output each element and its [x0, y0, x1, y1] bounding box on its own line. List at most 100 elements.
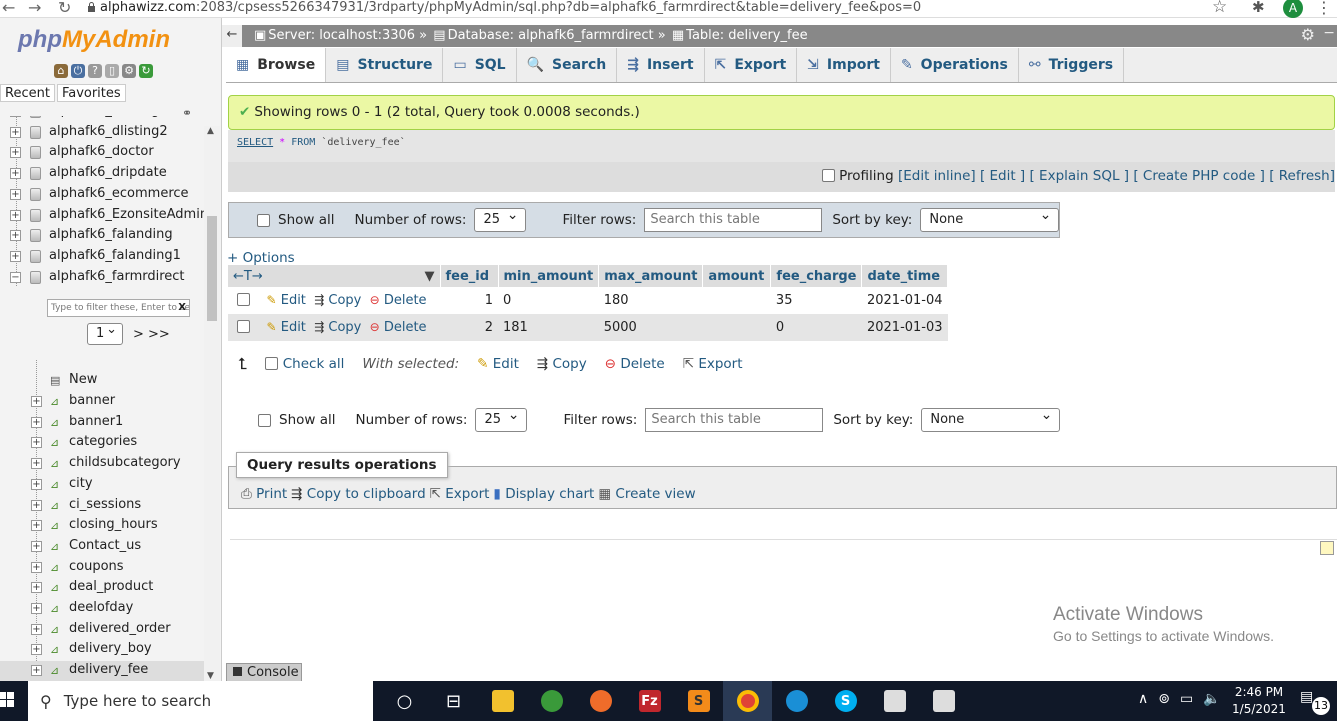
expand-icon[interactable]: + — [31, 499, 42, 511]
db-tree-item-label[interactable]: alphafk6_ecommerce — [49, 186, 189, 201]
collapse-nav-icon[interactable]: ← — [222, 25, 242, 47]
table-cell[interactable]: 181 — [498, 314, 599, 341]
expand-icon[interactable]: + — [31, 582, 42, 594]
skype-icon[interactable]: S — [821, 681, 870, 721]
copy-clipboard-link[interactable]: ⇶ Copy to clipboard — [291, 486, 425, 502]
expand-icon[interactable]: + — [10, 230, 21, 242]
db-tree-item-label[interactable]: alphafk6_falanding — [49, 227, 173, 242]
row-copy-button[interactable]: ⇶ Copy — [314, 320, 361, 335]
image-viewer-2-icon[interactable] — [919, 681, 968, 721]
settings-icon[interactable]: ⚙ — [122, 64, 136, 78]
edge-icon[interactable] — [772, 681, 821, 721]
expand-icon[interactable]: + — [10, 116, 21, 117]
filezilla-icon[interactable]: Fz — [625, 681, 674, 721]
breadcrumb-database[interactable]: Database: alphafk6_farmrdirect » — [448, 28, 666, 43]
column-header-fee-charge[interactable]: fee_charge — [770, 265, 863, 287]
bookmark-star-icon[interactable]: ☆ — [1212, 0, 1227, 17]
table-tree-item[interactable]: + ⊿ Contact_us — [0, 537, 204, 557]
table-cell[interactable]: 5000 — [598, 314, 703, 341]
filter-rows-input-bottom[interactable]: Search this table — [645, 408, 824, 432]
sql-select-keyword[interactable]: SELECT — [237, 137, 273, 148]
column-header-amount[interactable]: amount — [702, 265, 772, 287]
breadcrumb-table[interactable]: Table: delivery_fee — [686, 28, 807, 43]
expand-icon[interactable]: + — [10, 147, 21, 159]
row-copy-button[interactable]: ⇶ Copy — [314, 293, 361, 308]
tab-import[interactable]: ⇲ Import — [797, 48, 891, 82]
refresh-link[interactable]: [ Refresh] — [1269, 168, 1335, 184]
extensions-icon[interactable]: ✱ — [1252, 0, 1265, 16]
show-all-checkbox[interactable] — [257, 213, 270, 227]
table-tree-item-label[interactable]: delivery_fee — [69, 662, 148, 677]
tray-chevron-icon[interactable]: ∧ — [1138, 691, 1148, 707]
breadcrumb-server[interactable]: Server: localhost:3306 » — [268, 28, 427, 43]
home-icon[interactable]: ⌂ — [54, 64, 68, 78]
back-icon[interactable]: ← — [2, 0, 15, 17]
table-tree-item-label[interactable]: delivered_order — [69, 621, 171, 636]
nav-scrollbar-thumb[interactable] — [207, 216, 217, 321]
recent-tab[interactable]: Recent — [0, 84, 55, 102]
table-cell[interactable]: 0 — [498, 287, 599, 314]
table-tree-item[interactable]: + ⊿ delivered_order — [0, 620, 204, 640]
table-tree-item[interactable]: + ⊿ childsubcategory — [0, 454, 204, 474]
db-tree-item[interactable]: + alphafk6_falanding — [0, 226, 204, 246]
create-php-link[interactable]: [ Create PHP code ] — [1133, 168, 1265, 184]
table-tree-item-label[interactable]: deelofday — [69, 600, 133, 615]
db-tree-item-label[interactable]: alphafk6_dlisting2 — [49, 124, 168, 139]
expand-icon[interactable]: + — [31, 561, 42, 573]
minimize-icon[interactable]: − — [1323, 25, 1335, 41]
db-tree-item-label[interactable]: alphafk6_doctor — [49, 144, 154, 159]
tab-browse[interactable]: ▦ Browse — [226, 48, 327, 82]
column-header-max-amount[interactable]: max_amount — [598, 265, 704, 287]
db-tree-item-label[interactable]: alphafk6_falanding1 — [49, 248, 181, 263]
table-tree-item[interactable]: + ⊿ banner1 — [0, 413, 204, 433]
tree-filter-input[interactable]: Type to filter these, Enter to search al… — [47, 299, 190, 317]
db-tree-item-label[interactable]: alphafk6_farmrdirect — [49, 269, 185, 284]
table-tree-item-label[interactable]: childsubcategory — [69, 455, 181, 470]
table-cell[interactable]: 2 — [440, 314, 498, 341]
sort-by-key-select-bottom[interactable]: None — [921, 404, 1061, 432]
table-tree-item-label[interactable]: closing_hours — [69, 517, 158, 532]
logout-icon[interactable]: ⏻ — [71, 64, 85, 78]
db-tree-item[interactable]: + alphafk6_falanding1 — [0, 247, 204, 267]
options-link[interactable]: + Options — [227, 250, 295, 266]
favorites-tab[interactable]: Favorites — [56, 84, 126, 102]
db-tree-item[interactable]: + alphafk6_dripdate — [0, 164, 204, 184]
row-delete-button[interactable]: ⊖ Delete — [370, 293, 427, 308]
bulk-export-button[interactable]: ⇱ Export — [683, 356, 743, 372]
column-arrows-icon[interactable]: ←T→ — [233, 269, 263, 284]
url-field[interactable]: alphawizz.com:2083/cpsess5266347931/3rdp… — [100, 0, 921, 15]
tab-structure[interactable]: ▤ Structure — [326, 48, 444, 82]
edit-query-link[interactable]: [ Edit ] — [980, 168, 1025, 184]
sublime-text-icon[interactable]: S — [674, 681, 723, 721]
taskbar-clock[interactable]: 2:46 PM 1/5/2021 — [1228, 684, 1290, 718]
column-header-date-time[interactable]: date_time — [861, 265, 949, 287]
create-view-link[interactable]: ▦ Create view — [598, 486, 695, 502]
table-cell[interactable] — [702, 314, 771, 341]
expand-icon[interactable]: + — [31, 478, 42, 490]
export-link[interactable]: ⇱ Export — [430, 486, 490, 502]
expand-icon[interactable]: + — [10, 168, 21, 180]
column-header-fee-id[interactable]: fee_id — [440, 265, 499, 287]
tab-export[interactable]: ⇱ Export — [705, 48, 798, 82]
show-all-checkbox-bottom[interactable] — [258, 413, 271, 427]
sort-by-key-select[interactable]: None — [920, 204, 1060, 232]
expand-icon[interactable]: + — [31, 520, 42, 532]
expand-icon[interactable]: + — [10, 250, 21, 262]
db-tree-item[interactable]: + alphafk6_ecommerce — [0, 185, 204, 205]
table-tree-item-label[interactable]: Contact_us — [69, 538, 141, 553]
tab-triggers[interactable]: ⚯ Triggers — [1019, 48, 1125, 82]
nav-scrollbar[interactable]: ▲ ▼ — [204, 126, 220, 681]
table-cell[interactable] — [702, 287, 771, 314]
tab-sql[interactable]: ▭ SQL — [443, 48, 517, 82]
filter-rows-input[interactable]: Search this table — [644, 208, 823, 232]
db-tree-item[interactable]: + alphafk6_dlisting — [0, 116, 204, 122]
table-cell[interactable]: 180 — [598, 287, 703, 314]
table-cell[interactable]: 35 — [770, 287, 862, 314]
expand-icon[interactable]: + — [10, 188, 21, 200]
tab-insert[interactable]: ⇶ Insert — [617, 48, 705, 82]
row-edit-button[interactable]: ✎ Edit — [267, 320, 306, 335]
expand-icon[interactable]: + — [31, 437, 42, 449]
table-tree-item-label[interactable]: city — [69, 476, 93, 491]
db-tree-item[interactable]: + alphafk6_doctor — [0, 143, 204, 163]
table-tree-item-label[interactable]: categories — [69, 434, 137, 449]
